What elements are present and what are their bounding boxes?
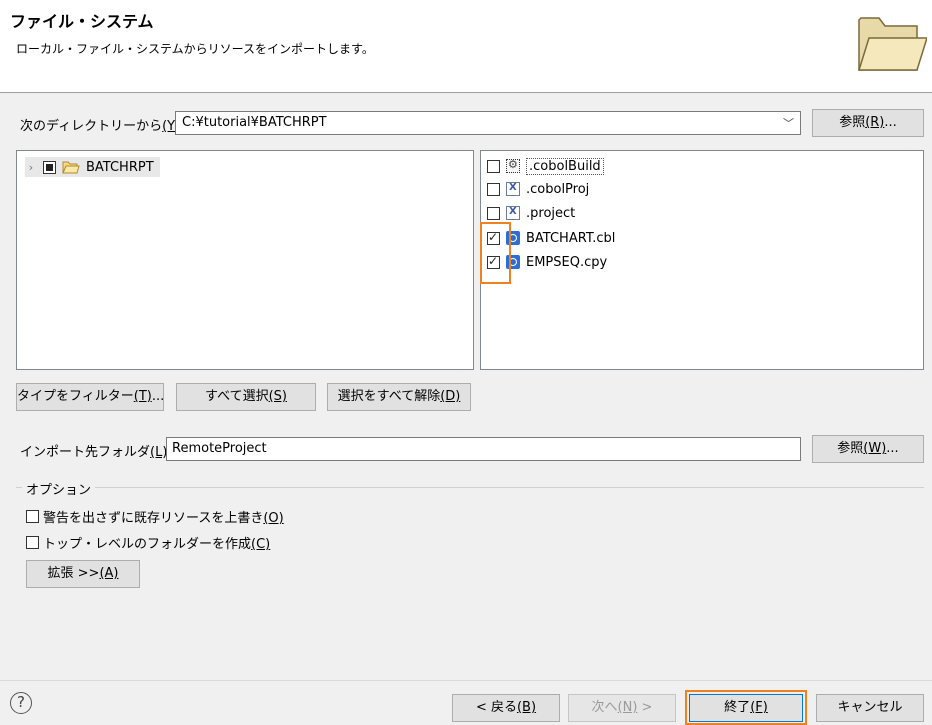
toplevel-folder-checkbox[interactable] (26, 536, 39, 549)
destination-folder-label: インポート先フォルダ(L): (20, 445, 172, 460)
deselect-all-button[interactable]: 選択をすべて解除(D) (327, 383, 471, 411)
file-checkbox[interactable] (487, 159, 500, 173)
chevron-down-icon[interactable]: ﹀ (783, 115, 794, 131)
destination-folder-field[interactable]: RemoteProject (166, 437, 801, 461)
file-name: BATCHART.cbl (526, 230, 616, 246)
tree-item-label: BATCHRPT (86, 159, 154, 175)
options-group-title: オプション (22, 479, 96, 498)
xml-file-icon (506, 182, 520, 196)
next-button[interactable]: 次へ(N) > (568, 694, 676, 722)
checkbox-highlight (480, 222, 511, 284)
filter-types-button[interactable]: タイプをフィルター(T)... (16, 383, 164, 411)
file-name: .cobolProj (526, 181, 590, 197)
file-name: .cobolBuild (526, 157, 604, 175)
page-description: ローカル・ファイル・システムからリソースをインポートします。 (16, 42, 374, 56)
back-button[interactable]: < 戻る(B) (452, 694, 560, 722)
tree-item-batchrpt[interactable]: › BATCHRPT (25, 157, 160, 177)
cancel-button[interactable]: キャンセル (816, 694, 924, 722)
list-item-cobolbuild[interactable]: .cobolBuild (487, 155, 604, 177)
file-name: EMPSEQ.cpy (526, 254, 608, 270)
file-list[interactable]: .cobolBuild .cobolProj .project BATCHART… (480, 150, 924, 370)
file-name: .project (526, 205, 576, 221)
overwrite-checkbox[interactable] (26, 510, 39, 523)
page-title: ファイル・システム (10, 12, 154, 31)
file-checkbox[interactable] (487, 206, 500, 220)
source-directory-label: 次のディレクトリーから(Y): (20, 119, 185, 134)
folder-tree[interactable]: › BATCHRPT (16, 150, 474, 370)
advanced-button[interactable]: 拡張 >>(A) (26, 560, 140, 588)
source-directory-combo[interactable]: C:¥tutorial¥BATCHRPT ﹀ (175, 111, 801, 135)
toplevel-folder-option[interactable]: トップ・レベルのフォルダーを作成(C) (26, 533, 270, 552)
tree-item-checkbox[interactable] (43, 160, 56, 174)
xml-file-icon (506, 206, 520, 220)
select-all-button[interactable]: すべて選択(S) (176, 383, 316, 411)
list-item-cobolproj[interactable]: .cobolProj (487, 178, 589, 200)
source-browse-button[interactable]: 参照(R)... (812, 109, 924, 137)
help-icon[interactable]: ? (10, 692, 32, 714)
overwrite-label: 警告を出さずに既存リソースを上書き(O) (43, 511, 284, 526)
source-directory-value: C:¥tutorial¥BATCHRPT (182, 115, 327, 130)
wizard-header: ファイル・システム ローカル・ファイル・システムからリソースをインポートします。 (0, 0, 932, 92)
list-item-project[interactable]: .project (487, 202, 575, 224)
file-checkbox[interactable] (487, 182, 500, 196)
folder-icon (857, 17, 927, 71)
destination-browse-button[interactable]: 参照(W)... (812, 435, 924, 463)
overwrite-option[interactable]: 警告を出さずに既存リソースを上書き(O) (26, 507, 284, 526)
folder-open-icon (62, 161, 80, 174)
toplevel-folder-label: トップ・レベルのフォルダーを作成(C) (43, 537, 271, 552)
finish-button[interactable]: 終了(F) (689, 694, 803, 722)
header-separator (0, 92, 932, 93)
footer-separator (0, 680, 932, 681)
chevron-right-icon[interactable]: › (25, 161, 37, 174)
build-icon (506, 158, 520, 173)
destination-folder-value: RemoteProject (172, 441, 267, 456)
